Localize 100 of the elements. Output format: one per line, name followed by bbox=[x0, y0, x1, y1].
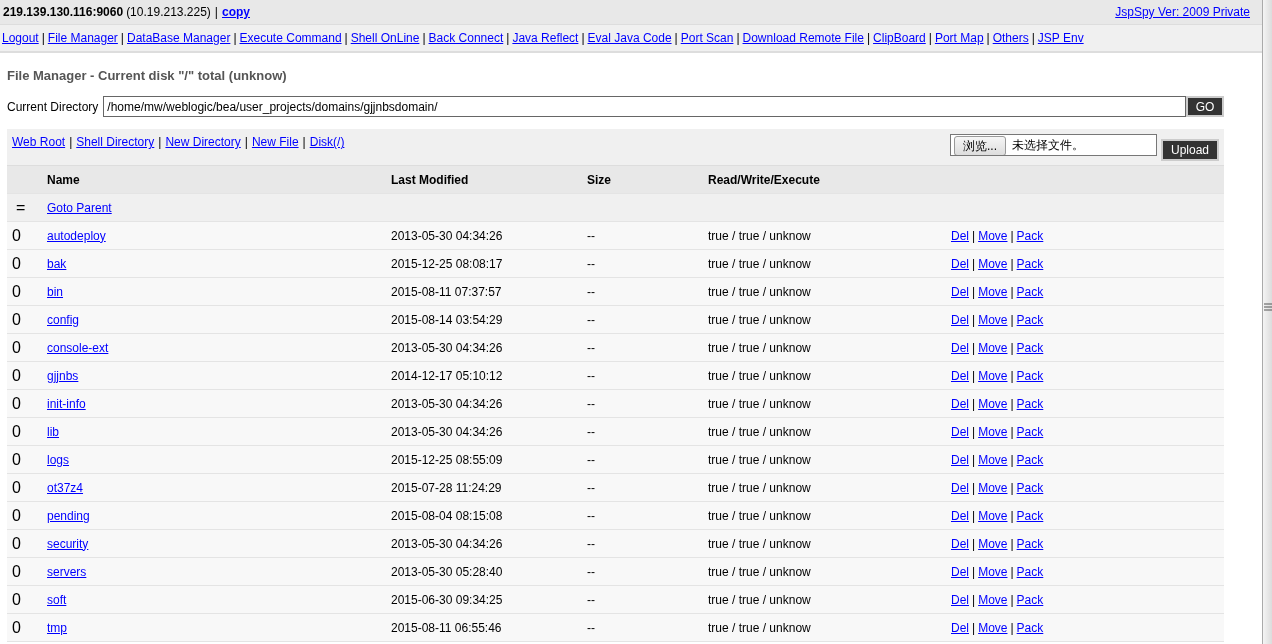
toolbar-link[interactable]: Web Root bbox=[12, 135, 66, 149]
separator: | bbox=[674, 31, 678, 45]
separator: | bbox=[972, 592, 976, 607]
browse-button[interactable]: 浏览... bbox=[953, 136, 1006, 155]
action-link[interactable]: Del bbox=[951, 340, 969, 355]
nav-link[interactable]: Port Scan bbox=[680, 31, 734, 45]
permissions-cell-text: true / true / unknow bbox=[708, 284, 812, 299]
action-link[interactable]: Move bbox=[978, 564, 1008, 579]
action-link[interactable]: Pack bbox=[1016, 256, 1044, 271]
action-link[interactable]: Pack bbox=[1016, 452, 1044, 467]
action-link[interactable]: Pack bbox=[1016, 340, 1044, 355]
action-link[interactable]: Move bbox=[978, 620, 1008, 635]
action-link[interactable]: Move bbox=[978, 452, 1008, 467]
folder-link[interactable]: init-info bbox=[47, 396, 86, 411]
upload-button[interactable]: Upload bbox=[1160, 139, 1219, 161]
nav-link[interactable]: Logout bbox=[2, 31, 39, 45]
action-link[interactable]: Move bbox=[978, 592, 1008, 607]
toolbar-link[interactable]: New Directory bbox=[165, 135, 241, 149]
folder-link[interactable]: servers bbox=[47, 564, 87, 579]
separator: | bbox=[233, 31, 237, 45]
nav-link[interactable]: Port Map bbox=[934, 31, 984, 45]
action-link[interactable]: Del bbox=[951, 424, 969, 439]
nav-link[interactable]: Eval Java Code bbox=[587, 31, 672, 45]
nav-link[interactable]: File Manager bbox=[47, 31, 118, 45]
directory-field[interactable]: /home/mw/weblogic/bea/user_projects/domains/gjjnbsdomain/ bbox=[103, 96, 1186, 117]
folder-link[interactable]: ot37z4 bbox=[47, 480, 84, 495]
action-link[interactable]: Pack bbox=[1016, 284, 1044, 299]
action-link[interactable]: Pack bbox=[1016, 564, 1044, 579]
nav-link[interactable]: Download Remote File bbox=[742, 31, 864, 45]
folder-link[interactable]: security bbox=[47, 536, 89, 551]
action-link[interactable]: Del bbox=[951, 256, 969, 271]
folder-link[interactable]: console-ext bbox=[47, 340, 109, 355]
action-link[interactable]: Move bbox=[978, 256, 1008, 271]
action-link[interactable]: Del bbox=[951, 620, 969, 635]
nav-link[interactable]: DataBase Manager bbox=[127, 31, 231, 45]
separator: | bbox=[41, 31, 45, 45]
action-link[interactable]: Del bbox=[951, 368, 969, 383]
action-link[interactable]: Del bbox=[951, 228, 969, 243]
modified-cell-text: 2013-05-30 04:34:26 bbox=[391, 536, 504, 551]
folder-link[interactable]: config bbox=[47, 312, 80, 327]
action-link[interactable]: Pack bbox=[1016, 312, 1044, 327]
action-link[interactable]: Del bbox=[951, 284, 969, 299]
action-link[interactable]: Move bbox=[978, 424, 1008, 439]
action-link[interactable]: Move bbox=[978, 508, 1008, 523]
action-link[interactable]: Del bbox=[951, 508, 969, 523]
copy-link[interactable]: copy bbox=[222, 5, 250, 19]
separator: | bbox=[1010, 564, 1014, 579]
action-link[interactable]: Pack bbox=[1016, 228, 1044, 243]
action-link[interactable]: Pack bbox=[1016, 480, 1044, 495]
scrollbar[interactable] bbox=[1262, 0, 1272, 644]
action-link[interactable]: Pack bbox=[1016, 424, 1044, 439]
action-link[interactable]: Pack bbox=[1016, 620, 1044, 635]
nav-link[interactable]: Java Reflect bbox=[512, 31, 579, 45]
action-link[interactable]: Del bbox=[951, 592, 969, 607]
action-link[interactable]: Move bbox=[978, 228, 1008, 243]
action-link[interactable]: Move bbox=[978, 536, 1008, 551]
action-link[interactable]: Del bbox=[951, 396, 969, 411]
nav-link[interactable]: ClipBoard bbox=[873, 31, 926, 45]
go-button[interactable]: GO bbox=[1186, 96, 1224, 117]
goto-parent-link[interactable]: Goto Parent bbox=[47, 200, 391, 215]
action-link[interactable]: Del bbox=[951, 452, 969, 467]
action-link[interactable]: Pack bbox=[1016, 396, 1044, 411]
folder-link[interactable]: tmp bbox=[47, 620, 67, 635]
nav-link[interactable]: JSP Env bbox=[1037, 31, 1084, 45]
action-link[interactable]: Pack bbox=[1016, 508, 1044, 523]
nav-link[interactable]: Execute Command bbox=[239, 31, 342, 45]
action-link[interactable]: Del bbox=[951, 480, 969, 495]
file-input[interactable]: 浏览... 未选择文件。 bbox=[949, 134, 1157, 156]
toolbar-link[interactable]: Disk(/) bbox=[309, 135, 345, 149]
folder-link[interactable]: gjjnbs bbox=[47, 368, 79, 383]
parent-marker: = bbox=[15, 198, 27, 217]
directory-label: Current Directory bbox=[7, 99, 99, 114]
folder-link[interactable]: pending bbox=[47, 508, 90, 523]
action-link[interactable]: Del bbox=[951, 312, 969, 327]
action-link[interactable]: Move bbox=[978, 480, 1008, 495]
toolbar-link[interactable]: New File bbox=[251, 135, 299, 149]
toolbar-link[interactable]: Shell Directory bbox=[76, 135, 155, 149]
action-link[interactable]: Pack bbox=[1016, 592, 1044, 607]
folder-link[interactable]: lib bbox=[47, 424, 59, 439]
nav-link[interactable]: Others bbox=[992, 31, 1029, 45]
action-link[interactable]: Move bbox=[978, 396, 1008, 411]
action-link[interactable]: Move bbox=[978, 312, 1008, 327]
folder-link[interactable]: bin bbox=[47, 284, 63, 299]
permissions-cell-text: true / true / unknow bbox=[708, 256, 812, 271]
action-link[interactable]: Del bbox=[951, 536, 969, 551]
action-link[interactable]: Move bbox=[978, 368, 1008, 383]
action-link[interactable]: Move bbox=[978, 284, 1008, 299]
action-link[interactable]: Del bbox=[951, 564, 969, 579]
nav-link[interactable]: Shell OnLine bbox=[350, 31, 420, 45]
folder-link[interactable]: soft bbox=[47, 592, 67, 607]
nav-link[interactable]: Back Connect bbox=[428, 31, 504, 45]
folder-link[interactable]: bak bbox=[47, 256, 67, 271]
separator: | bbox=[972, 284, 976, 299]
separator: | bbox=[1010, 284, 1014, 299]
action-link[interactable]: Pack bbox=[1016, 536, 1044, 551]
action-link[interactable]: Pack bbox=[1016, 368, 1044, 383]
folder-link[interactable]: logs bbox=[47, 452, 69, 467]
folder-link[interactable]: autodeploy bbox=[47, 228, 106, 243]
version-link[interactable]: JspSpy Ver: 2009 Private bbox=[1115, 5, 1250, 19]
action-link[interactable]: Move bbox=[978, 340, 1008, 355]
